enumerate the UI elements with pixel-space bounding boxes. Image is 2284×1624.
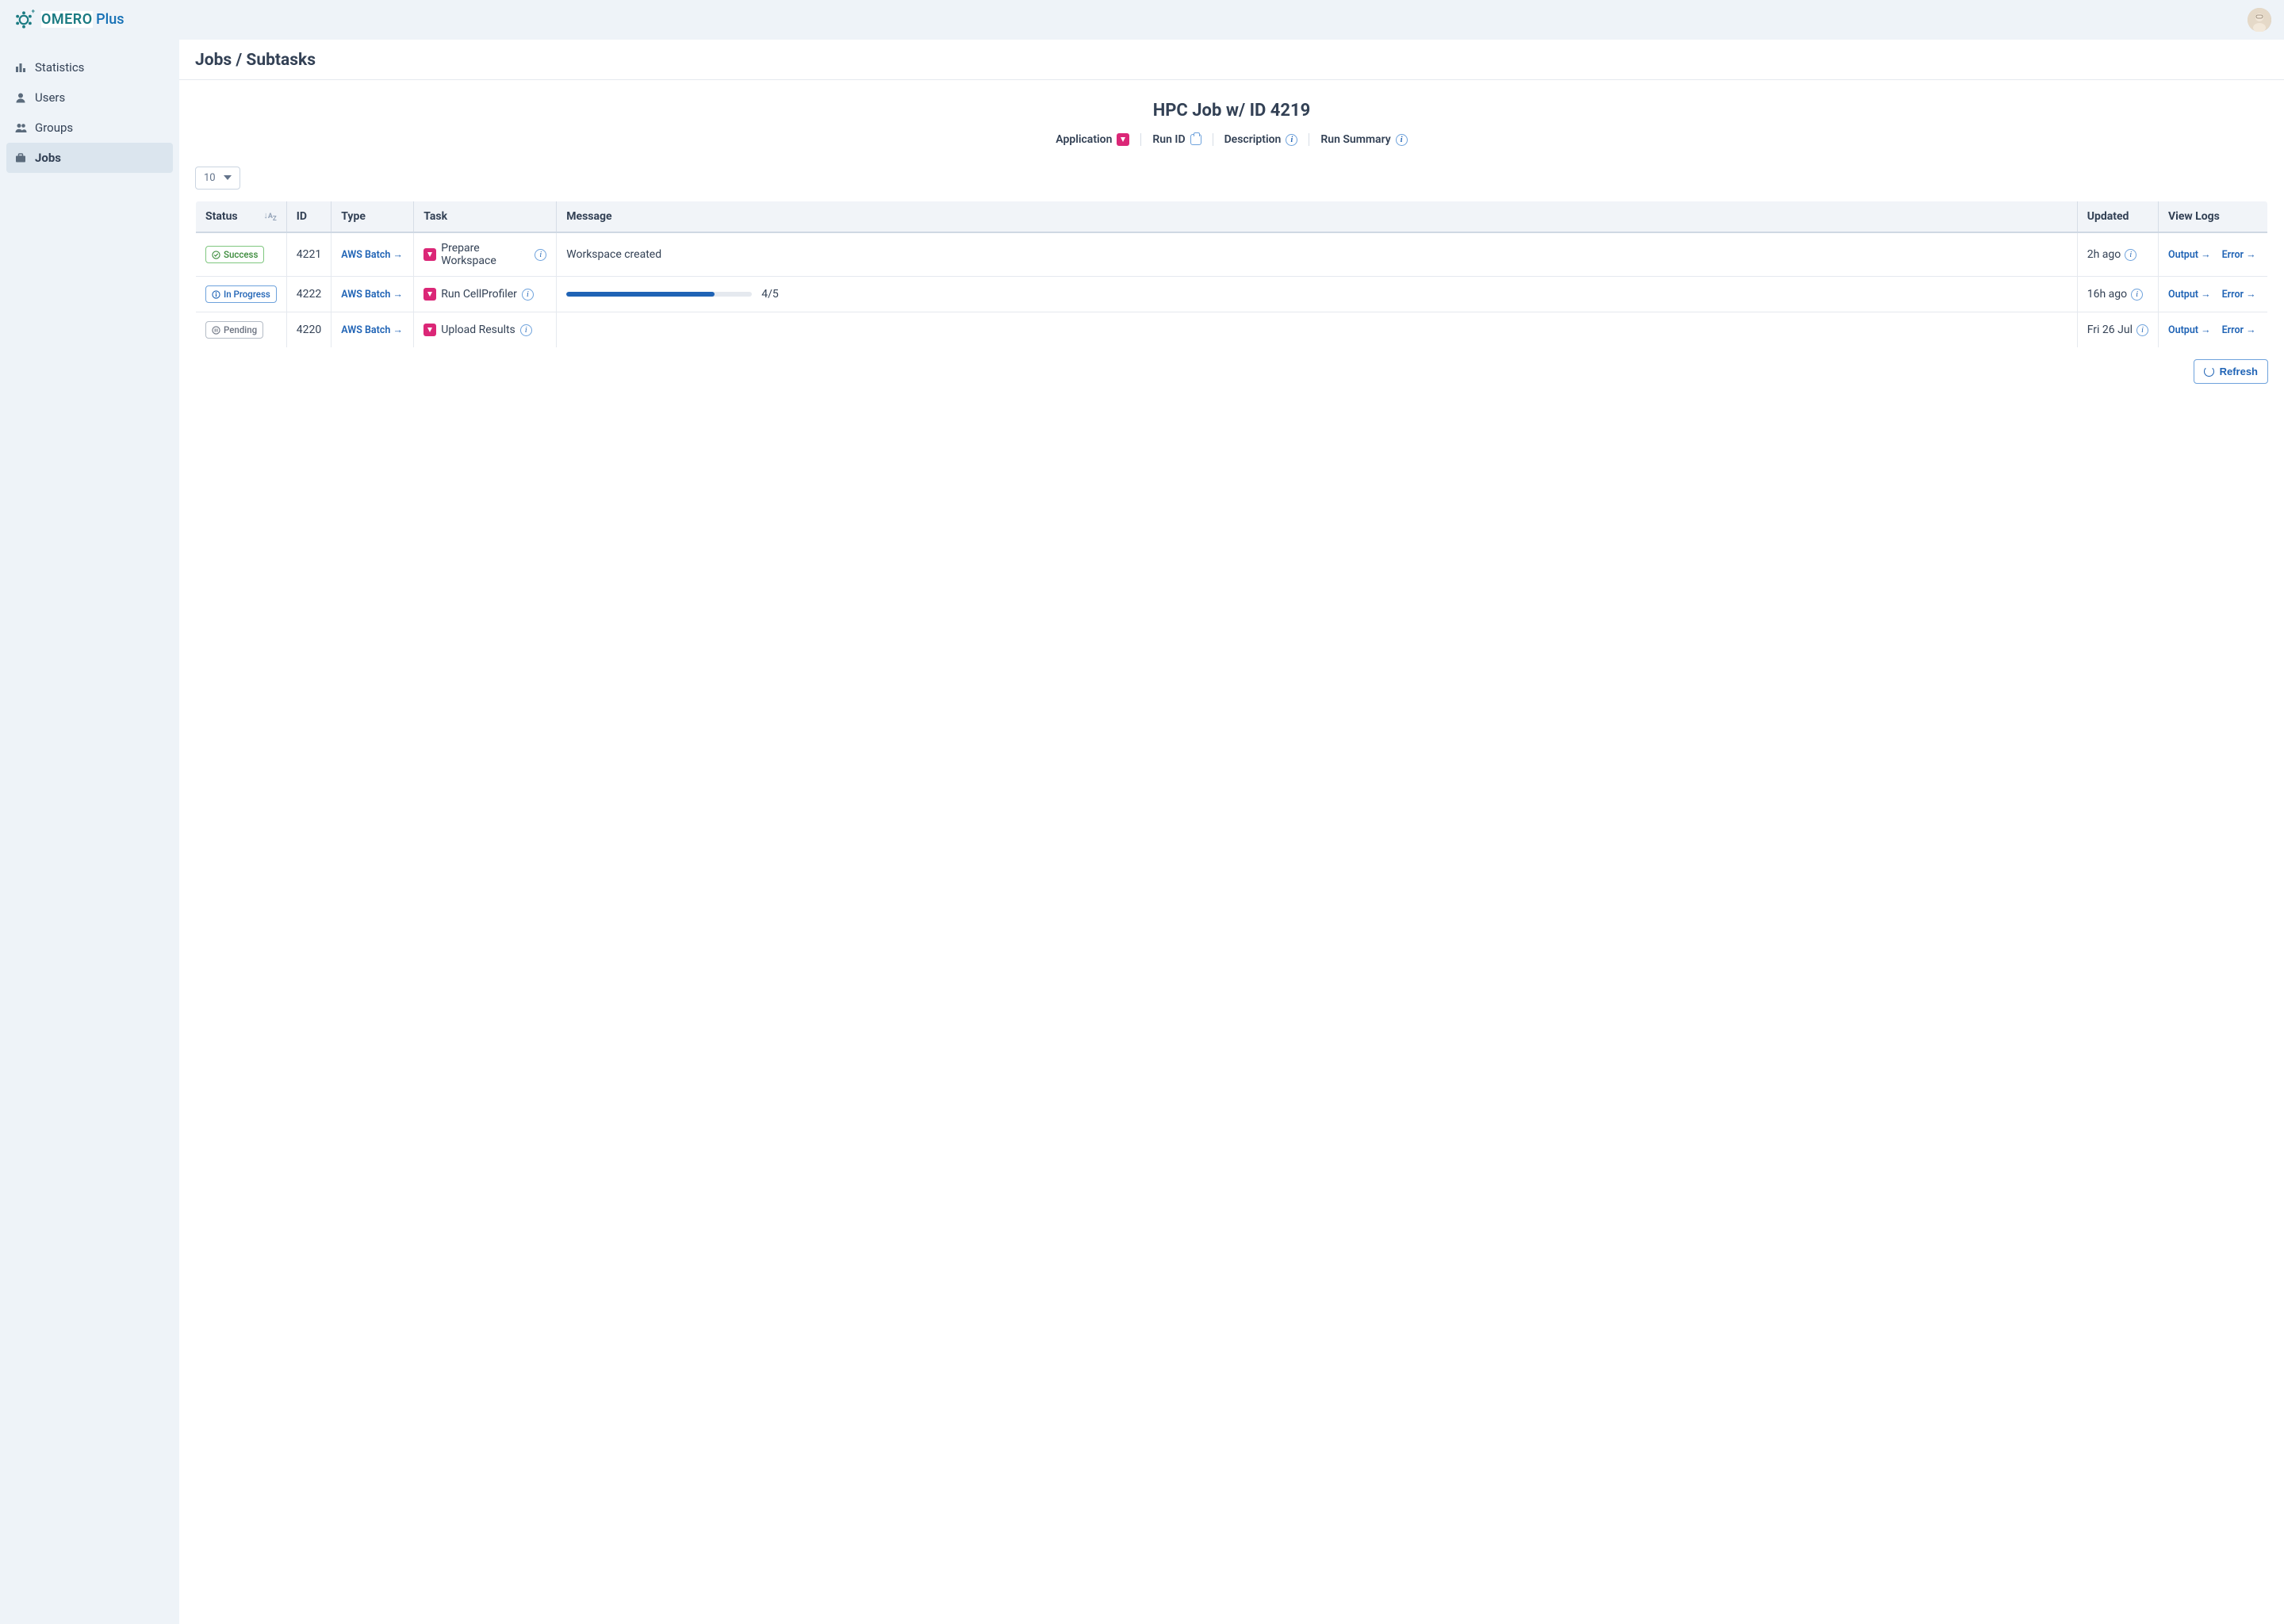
info-icon[interactable]: i bbox=[522, 289, 534, 301]
briefcase-icon bbox=[14, 152, 27, 163]
col-header-task[interactable]: Task bbox=[414, 201, 557, 233]
job-meta-run-id[interactable]: Run ID bbox=[1141, 133, 1213, 146]
progress-bar bbox=[566, 292, 752, 297]
page-size-select[interactable]: 10 bbox=[195, 167, 240, 190]
info-icon: i bbox=[1396, 134, 1408, 146]
sidebar-item-statistics[interactable]: Statistics bbox=[6, 52, 173, 82]
col-header-logs[interactable]: View Logs bbox=[2159, 201, 2268, 233]
sidebar-item-jobs[interactable]: Jobs bbox=[6, 143, 173, 173]
cell-id: 4220 bbox=[286, 312, 331, 348]
cell-message bbox=[557, 312, 2077, 348]
updated-time: Fri 26 Jul bbox=[2087, 324, 2133, 336]
main-content: Jobs / Subtasks HPC Job w/ ID 4219 Appli… bbox=[179, 40, 2284, 1624]
col-header-type[interactable]: Type bbox=[331, 201, 414, 233]
pause-circle-icon bbox=[212, 326, 220, 335]
refresh-icon bbox=[2204, 366, 2214, 377]
updated-time: 16h ago bbox=[2087, 288, 2127, 301]
job-meta-run-summary[interactable]: Run Summary i bbox=[1309, 133, 1418, 146]
subtasks-table: Status ↓AZ ID Type Task Message Updated … bbox=[195, 201, 2268, 348]
brand-main: OMERO bbox=[41, 11, 93, 28]
footer-actions: Refresh bbox=[179, 348, 2284, 395]
job-meta-description[interactable]: Description i bbox=[1213, 133, 1310, 146]
status-badge-pending: Pending bbox=[205, 321, 263, 339]
table-row: Success 4221 AWS Batch → Prepare Workspa… bbox=[196, 232, 2268, 277]
error-log-link[interactable]: Error → bbox=[2222, 324, 2256, 336]
job-title: HPC Job w/ ID 4219 bbox=[195, 101, 2268, 121]
info-circle-icon bbox=[212, 290, 220, 299]
users-icon bbox=[14, 122, 27, 133]
check-circle-icon bbox=[212, 251, 220, 259]
table-row: Pending 4220 AWS Batch → Upload Results … bbox=[196, 312, 2268, 348]
cell-message: Workspace created bbox=[557, 232, 2077, 277]
app-badge-icon bbox=[1117, 133, 1129, 146]
user-avatar[interactable] bbox=[2248, 8, 2271, 32]
cell-id: 4222 bbox=[286, 277, 331, 312]
task-name: Prepare Workspace bbox=[441, 242, 530, 267]
output-log-link[interactable]: Output → bbox=[2168, 249, 2211, 261]
status-badge-inprogress: In Progress bbox=[205, 285, 277, 303]
info-icon[interactable]: i bbox=[520, 324, 532, 336]
type-link[interactable]: AWS Batch → bbox=[341, 324, 403, 336]
type-link[interactable]: AWS Batch → bbox=[341, 289, 403, 301]
updated-time: 2h ago bbox=[2087, 248, 2121, 261]
task-name: Upload Results bbox=[441, 324, 515, 336]
refresh-button[interactable]: Refresh bbox=[2194, 359, 2268, 384]
user-icon bbox=[14, 92, 27, 103]
sidebar: Statistics Users Groups Jobs bbox=[0, 40, 179, 1624]
sidebar-item-label: Statistics bbox=[35, 60, 84, 75]
brand-logo-text[interactable]: + OMERO Plus bbox=[13, 9, 125, 31]
table-row: In Progress 4222 AWS Batch → Run CellPro… bbox=[196, 277, 2268, 312]
task-app-icon bbox=[423, 324, 436, 336]
output-log-link[interactable]: Output → bbox=[2168, 324, 2211, 336]
sort-icon: ↓AZ bbox=[263, 210, 276, 222]
sidebar-item-label: Jobs bbox=[35, 151, 61, 165]
chevron-down-icon bbox=[224, 175, 232, 181]
cell-id: 4221 bbox=[286, 232, 331, 277]
omero-logo-icon: + bbox=[13, 9, 35, 31]
clipboard-icon bbox=[1190, 134, 1201, 145]
svg-text:+: + bbox=[32, 9, 35, 15]
job-meta-application[interactable]: Application bbox=[1044, 133, 1141, 146]
breadcrumb: Jobs / Subtasks bbox=[179, 40, 2284, 80]
task-app-icon bbox=[423, 288, 436, 301]
top-bar: + OMERO Plus bbox=[0, 0, 2284, 40]
progress-indicator: 4/5 bbox=[566, 288, 2067, 301]
sidebar-item-label: Groups bbox=[35, 121, 73, 135]
sidebar-item-groups[interactable]: Groups bbox=[6, 113, 173, 143]
task-app-icon bbox=[423, 248, 436, 261]
job-meta-row: Application Run ID Description i Run Sum… bbox=[195, 133, 2268, 146]
type-link[interactable]: AWS Batch → bbox=[341, 249, 403, 261]
info-icon[interactable]: i bbox=[2136, 324, 2148, 336]
sidebar-item-users[interactable]: Users bbox=[6, 82, 173, 113]
col-header-id[interactable]: ID bbox=[286, 201, 331, 233]
sidebar-item-label: Users bbox=[35, 90, 65, 105]
job-header: HPC Job w/ ID 4219 Application Run ID De… bbox=[179, 80, 2284, 163]
bar-chart-icon bbox=[14, 62, 27, 73]
col-header-message[interactable]: Message bbox=[557, 201, 2077, 233]
controls-row: 10 bbox=[179, 163, 2284, 201]
info-icon: i bbox=[1286, 134, 1297, 146]
task-name: Run CellProfiler bbox=[441, 288, 517, 301]
status-badge-success: Success bbox=[205, 246, 264, 263]
progress-label: 4/5 bbox=[761, 288, 779, 301]
output-log-link[interactable]: Output → bbox=[2168, 289, 2211, 301]
info-icon[interactable]: i bbox=[2131, 289, 2143, 301]
error-log-link[interactable]: Error → bbox=[2222, 289, 2256, 301]
col-header-updated[interactable]: Updated bbox=[2077, 201, 2158, 233]
info-icon[interactable]: i bbox=[535, 249, 546, 261]
brand-plus: Plus bbox=[96, 11, 124, 28]
info-icon[interactable]: i bbox=[2125, 249, 2136, 261]
col-header-status[interactable]: Status ↓AZ bbox=[196, 201, 287, 233]
error-log-link[interactable]: Error → bbox=[2222, 249, 2256, 261]
